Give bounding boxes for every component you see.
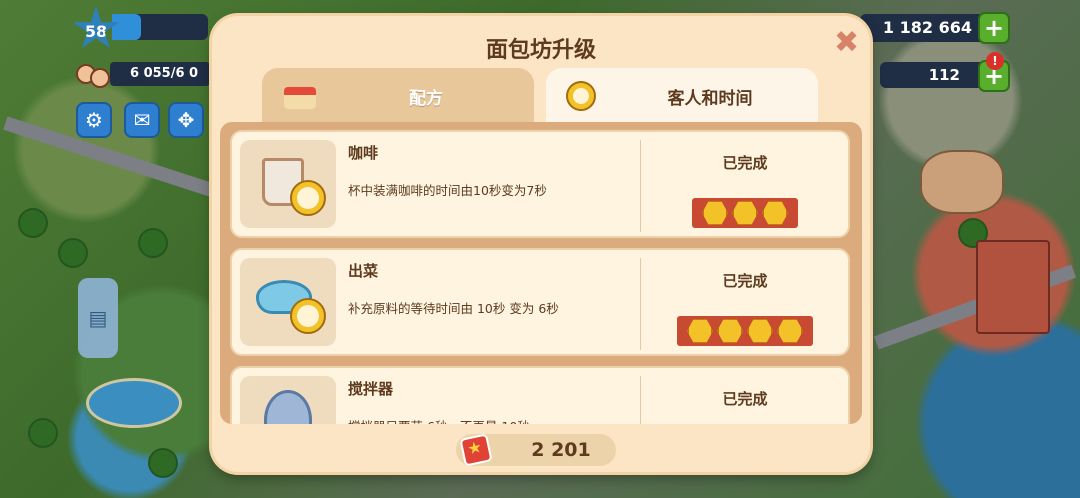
item-status: 已完成 [722, 390, 768, 408]
tree [140, 230, 166, 256]
cake-icon [280, 79, 318, 113]
item-status: 已完成 [722, 154, 768, 172]
item-description: 搅拌器只要花 6秒，不再是 10秒 [348, 416, 530, 424]
star-icon [717, 319, 743, 343]
star-rating [640, 198, 850, 228]
mixer-icon [240, 376, 336, 424]
building[interactable] [976, 240, 1050, 334]
star-icon [777, 319, 803, 343]
item-status: 已完成 [722, 272, 768, 290]
ticket-icon [459, 433, 493, 467]
coffee-cup-icon [240, 140, 336, 228]
list-item: 咖啡 杯中装满咖啡的时间由10秒变为7秒 已完成 [230, 130, 850, 238]
chat-button[interactable]: ▤ [78, 278, 118, 358]
tree [30, 420, 56, 446]
star-icon [732, 201, 758, 225]
close-icon: ✖ [834, 25, 860, 60]
stopwatch-icon [290, 298, 326, 334]
clock-icon [564, 79, 602, 113]
chat-bubble-icon: ▤ [88, 306, 108, 330]
list-item: 出菜 补充原料的等待时间由 10秒 变为 6秒 已完成 [230, 248, 850, 356]
item-name: 出菜 [348, 262, 379, 280]
move-button[interactable]: ✥ [168, 102, 204, 138]
tab-guests-time-label: 客人和时间 [667, 88, 753, 109]
upgrade-list[interactable]: 咖啡 杯中装满咖啡的时间由10秒变为7秒 已完成 出菜 补充原料的等待时间由 1… [220, 122, 862, 424]
tab-guests-time[interactable]: 客人和时间 [546, 68, 818, 124]
list-item: 搅拌器 搅拌器只要花 6秒，不再是 10秒 已完成 [230, 366, 850, 424]
currency-value: 2 201 [531, 439, 591, 461]
bakery-upgrade-dialog: 面包坊升级 ✖ 配方 客人和时间 咖啡 杯中装满咖啡的时间由10秒变为7秒 已完… [212, 16, 870, 472]
star-icon [687, 319, 713, 343]
dialog-title: 面包坊升级 [485, 38, 596, 63]
mail-button[interactable]: ✉ [124, 102, 160, 138]
move-arrows-icon: ✥ [177, 108, 195, 132]
xp-progress-bar [112, 14, 208, 40]
add-coins-button[interactable]: + [978, 12, 1010, 44]
envelope-icon: ✉ [133, 108, 151, 132]
settings-button[interactable]: ⚙ [76, 102, 112, 138]
bowl-icon [240, 258, 336, 346]
currency-balance: 2 201 [456, 433, 616, 467]
tab-recipe-label: 配方 [409, 88, 443, 109]
pond [86, 378, 182, 428]
stopwatch-icon [290, 180, 326, 216]
cash-counter: 112 [880, 62, 990, 88]
building[interactable] [920, 150, 1004, 214]
population-counter: 6 055/6 0 [110, 62, 210, 86]
star-icon [762, 201, 788, 225]
star-ribbon [677, 316, 813, 346]
star-icon [702, 201, 728, 225]
star-rating [640, 316, 850, 346]
star-icon [747, 319, 773, 343]
star-ribbon [692, 198, 798, 228]
item-description: 杯中装满咖啡的时间由10秒变为7秒 [348, 183, 547, 198]
cash-alert-badge: ! [986, 52, 1004, 70]
gear-icon: ⚙ [85, 108, 103, 132]
item-name: 搅拌器 [348, 380, 394, 398]
level-number: 58 [84, 21, 108, 41]
population-icon [76, 60, 112, 90]
tree [60, 240, 86, 266]
tab-recipe[interactable]: 配方 [262, 68, 534, 124]
item-name: 咖啡 [348, 144, 379, 162]
tree [20, 210, 46, 236]
coins-counter: 1 182 664 [860, 14, 990, 42]
item-description: 补充原料的等待时间由 10秒 变为 6秒 [348, 301, 559, 316]
tree [150, 450, 176, 476]
close-button[interactable]: ✖ [834, 28, 859, 58]
